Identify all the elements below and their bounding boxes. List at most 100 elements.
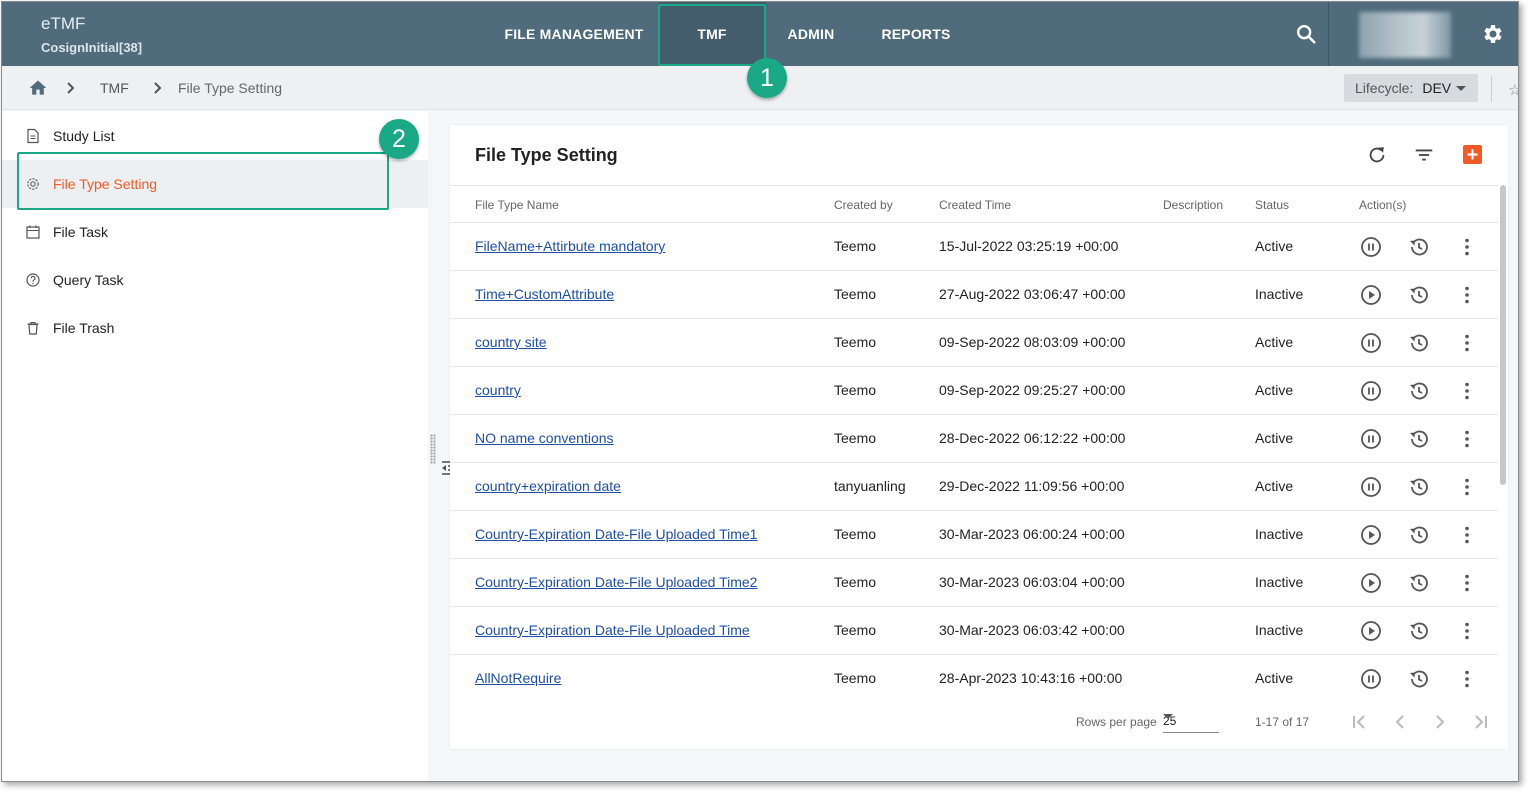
help-circle-icon — [26, 273, 40, 287]
play-circle-icon[interactable] — [1359, 283, 1383, 307]
created-by: Teemo — [834, 334, 877, 350]
rows-per-page-select[interactable]: 25 — [1163, 711, 1219, 733]
more-vert-icon[interactable] — [1455, 523, 1479, 547]
history-icon[interactable] — [1407, 331, 1431, 355]
status: Active — [1255, 382, 1294, 398]
last-page-icon[interactable] — [1469, 711, 1491, 733]
pause-circle-icon[interactable] — [1359, 667, 1383, 691]
table-row: country+expiration date tanyuanling 29-Dec… — [450, 463, 1498, 511]
more-vert-icon[interactable] — [1455, 667, 1479, 691]
file-type-name-link[interactable]: Country-Expiration Date-File Uploaded Ti… — [475, 574, 757, 590]
created-by: Teemo — [834, 526, 877, 542]
add-icon[interactable] — [1463, 145, 1482, 164]
breadcrumb-divider — [1491, 76, 1492, 102]
nav-file-management[interactable]: FILE MANAGEMENT — [498, 2, 650, 66]
refresh-icon[interactable] — [1366, 144, 1388, 166]
history-icon[interactable] — [1407, 427, 1431, 451]
sidebar-item-query-task[interactable]: Query Task — [2, 256, 428, 304]
more-vert-icon[interactable] — [1455, 619, 1479, 643]
more-vert-icon[interactable] — [1455, 331, 1479, 355]
file-type-name-link[interactable]: AllNotRequire — [475, 670, 561, 686]
play-circle-icon[interactable] — [1359, 571, 1383, 595]
nav-reports[interactable]: REPORTS — [868, 2, 964, 66]
sidebar-item-label: Query Task — [53, 272, 124, 288]
pause-circle-icon[interactable] — [1359, 331, 1383, 355]
sidebar: Study List File Type Setting File Task Q… — [2, 111, 428, 781]
file-type-name-link[interactable]: Country-Expiration Date-File Uploaded Ti… — [475, 526, 757, 542]
sidebar-item-file-task[interactable]: File Task — [2, 208, 428, 256]
file-type-name-link[interactable]: FileName+Attirbute mandatory — [475, 238, 665, 254]
file-type-name-link[interactable]: Time+CustomAttribute — [475, 286, 614, 302]
annotation-box-sidebar — [17, 152, 389, 210]
history-icon[interactable] — [1407, 667, 1431, 691]
status: Inactive — [1255, 574, 1304, 590]
created-by: Teemo — [834, 382, 877, 398]
nav-admin[interactable]: ADMIN — [772, 2, 850, 66]
next-page-icon[interactable] — [1429, 711, 1451, 733]
created-time: 15-Jul-2022 03:25:19 +00:00 — [939, 238, 1119, 254]
column-created-time[interactable]: Created Time — [939, 198, 1011, 212]
star-icon[interactable]: ☆ — [1508, 81, 1518, 99]
column-description[interactable]: Description — [1163, 198, 1223, 212]
column-actions: Action(s) — [1359, 198, 1407, 212]
pause-circle-icon[interactable] — [1359, 235, 1383, 259]
file-type-name-link[interactable]: country+expiration date — [475, 478, 621, 494]
annotation-badge-1: 1 — [747, 58, 787, 98]
pause-circle-icon[interactable] — [1359, 379, 1383, 403]
user-avatar[interactable] — [1359, 12, 1451, 58]
more-vert-icon[interactable] — [1455, 379, 1479, 403]
file-type-name-link[interactable]: country — [475, 382, 521, 398]
caret-down-icon — [1456, 86, 1466, 91]
created-time: 28-Apr-2023 10:43:16 +00:00 — [939, 670, 1123, 686]
caret-down-icon — [1163, 714, 1173, 719]
history-icon[interactable] — [1407, 235, 1431, 259]
first-page-icon[interactable] — [1349, 711, 1371, 733]
status: Active — [1255, 430, 1294, 446]
app-name: eTMF — [41, 14, 86, 33]
column-file-type-name[interactable]: File Type Name — [475, 198, 559, 212]
created-by: Teemo — [834, 574, 877, 590]
pause-circle-icon[interactable] — [1359, 475, 1383, 499]
previous-page-icon[interactable] — [1389, 711, 1411, 733]
history-icon[interactable] — [1407, 571, 1431, 595]
play-circle-icon[interactable] — [1359, 619, 1383, 643]
table-header: File Type Name Created by Created Time D… — [450, 185, 1498, 223]
history-icon[interactable] — [1407, 523, 1431, 547]
history-icon[interactable] — [1407, 379, 1431, 403]
table-row: Country-Expiration Date-File Uploaded Ti… — [450, 559, 1498, 607]
table-row: country Teemo 09-Sep-2022 09:25:27 +00:00 A… — [450, 367, 1498, 415]
search-icon[interactable] — [1295, 23, 1317, 45]
history-icon[interactable] — [1407, 619, 1431, 643]
status: Active — [1255, 334, 1294, 350]
sidebar-item-file-trash[interactable]: File Trash — [2, 304, 428, 352]
breadcrumb-file-type-setting: File Type Setting — [178, 80, 283, 96]
history-icon[interactable] — [1407, 283, 1431, 307]
more-vert-icon[interactable] — [1455, 571, 1479, 595]
more-vert-icon[interactable] — [1455, 427, 1479, 451]
more-vert-icon[interactable] — [1455, 283, 1479, 307]
file-type-name-link[interactable]: country site — [475, 334, 547, 350]
column-created-by[interactable]: Created by — [834, 198, 893, 212]
more-vert-icon[interactable] — [1455, 475, 1479, 499]
file-type-name-link[interactable]: NO name conventions — [475, 430, 614, 446]
history-icon[interactable] — [1407, 475, 1431, 499]
column-status[interactable]: Status — [1255, 198, 1289, 212]
play-circle-icon[interactable] — [1359, 523, 1383, 547]
file-type-name-link[interactable]: Country-Expiration Date-File Uploaded Ti… — [475, 622, 750, 638]
app-window: eTMF CosignInitial[38] FILE MANAGEMENT T… — [1, 1, 1519, 782]
created-by: Teemo — [834, 670, 877, 686]
pause-circle-icon[interactable] — [1359, 427, 1383, 451]
top-bar: eTMF CosignInitial[38] FILE MANAGEMENT T… — [2, 2, 1518, 66]
more-vert-icon[interactable] — [1455, 235, 1479, 259]
annotation-box-nav — [658, 4, 766, 66]
settings-gear-icon[interactable] — [1481, 22, 1505, 46]
study-name[interactable]: CosignInitial[38] — [41, 40, 142, 55]
splitter-handle[interactable] — [430, 434, 436, 464]
lifecycle-select[interactable]: Lifecycle: DEV — [1344, 74, 1478, 102]
status: Active — [1255, 238, 1294, 254]
scrollbar[interactable] — [1500, 185, 1506, 485]
breadcrumb-tmf[interactable]: TMF — [100, 80, 129, 96]
created-by: Teemo — [834, 622, 877, 638]
home-icon[interactable] — [28, 78, 48, 98]
filter-icon[interactable] — [1413, 144, 1435, 166]
